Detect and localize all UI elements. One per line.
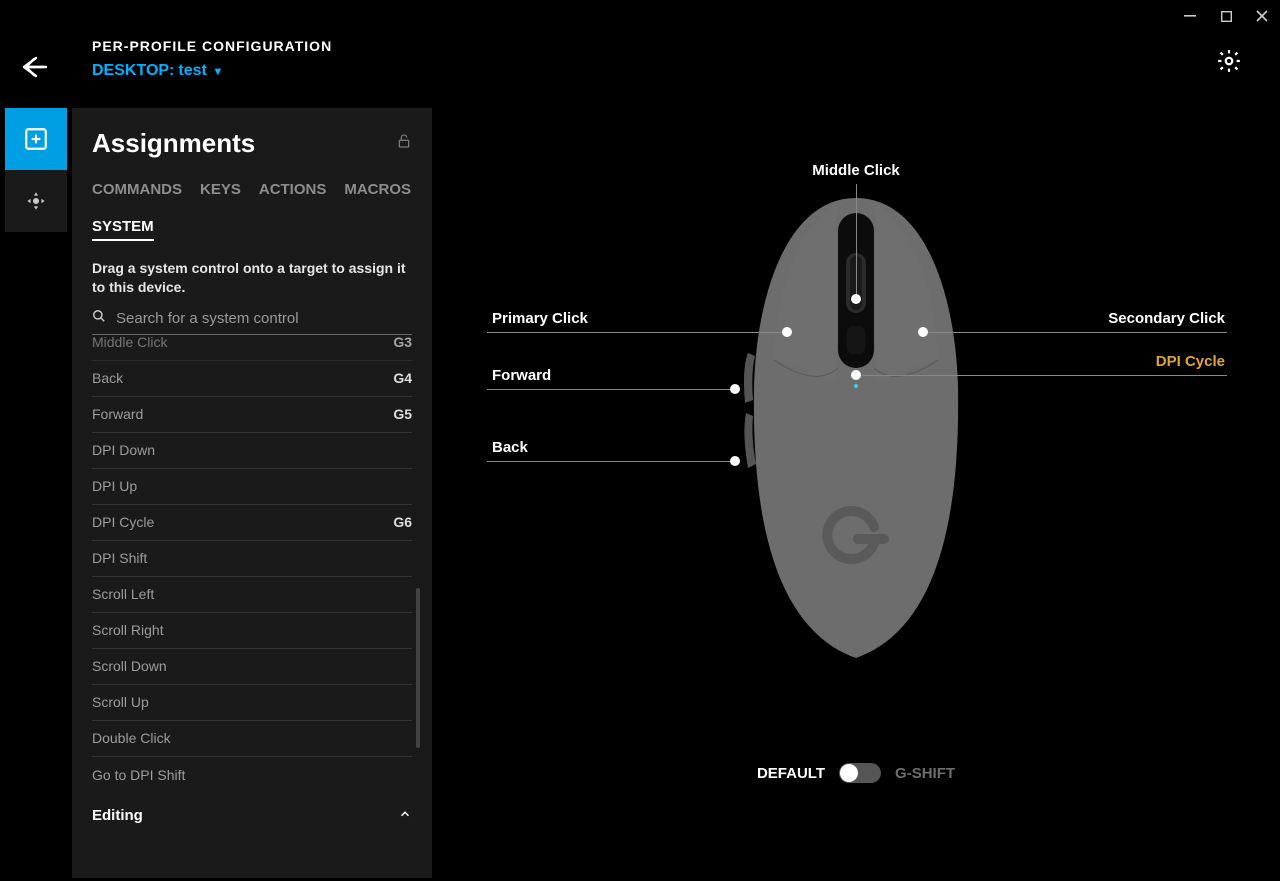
- profile-name: test: [178, 62, 206, 80]
- callout-primary-click: Primary Click: [492, 310, 588, 327]
- callout-dot[interactable]: [851, 370, 861, 380]
- callout-forward: Forward: [492, 367, 551, 384]
- callout-dot[interactable]: [730, 384, 740, 394]
- callout-dot[interactable]: [918, 327, 928, 337]
- list-item[interactable]: Middle Click G3: [92, 335, 412, 361]
- chevron-down-icon: ▾: [215, 64, 221, 78]
- search-input[interactable]: [116, 310, 412, 327]
- list-item[interactable]: DPI Up: [92, 469, 412, 505]
- section-editing[interactable]: Editing: [92, 797, 412, 835]
- list-scrollbar[interactable]: [416, 588, 420, 748]
- device-diagram: Middle Click Primary Click Secondary Cli…: [432, 108, 1280, 881]
- gshift-toggle: DEFAULT G-SHIFT: [757, 763, 955, 783]
- list-item[interactable]: Scroll Left: [92, 577, 412, 613]
- toggle-label-default: DEFAULT: [757, 765, 825, 782]
- panel-hint: Drag a system control onto a target to a…: [92, 259, 412, 297]
- window-maximize-button[interactable]: [1208, 0, 1244, 32]
- assignments-panel: Assignments COMMANDS KEYS ACTIONS MACROS…: [72, 108, 432, 878]
- list-item[interactable]: Forward G5: [92, 397, 412, 433]
- callout-line: [487, 389, 737, 390]
- callout-dot[interactable]: [851, 294, 861, 304]
- callout-dpi-cycle: DPI Cycle: [1156, 353, 1225, 370]
- list-item[interactable]: DPI Down: [92, 433, 412, 469]
- rail-sensitivity-button[interactable]: [5, 170, 67, 232]
- gshift-switch[interactable]: [839, 763, 881, 783]
- tab-actions[interactable]: ACTIONS: [259, 181, 327, 202]
- callout-back: Back: [492, 439, 528, 456]
- search-icon: [92, 309, 106, 328]
- callout-line: [927, 332, 1227, 333]
- list-item[interactable]: Back G4: [92, 361, 412, 397]
- list-item[interactable]: Scroll Up: [92, 685, 412, 721]
- panel-title: Assignments: [92, 128, 255, 159]
- tab-bar: COMMANDS KEYS ACTIONS MACROS SYSTEM: [92, 181, 412, 241]
- list-item[interactable]: Double Click: [92, 721, 412, 757]
- window-close-button[interactable]: [1244, 0, 1280, 32]
- search-bar: [92, 309, 412, 335]
- window-minimize-button[interactable]: [1172, 0, 1208, 32]
- system-controls-list[interactable]: Middle Click G3 Back G4 Forward G5 DPI D…: [92, 335, 412, 866]
- callout-line: [487, 332, 787, 333]
- tab-keys[interactable]: KEYS: [200, 181, 241, 202]
- callout-dot[interactable]: [730, 456, 740, 466]
- rail-assignments-button[interactable]: [5, 108, 67, 170]
- list-item[interactable]: Scroll Down: [92, 649, 412, 685]
- toggle-label-gshift: G-SHIFT: [895, 765, 955, 782]
- callout-line: [862, 375, 1227, 376]
- list-item[interactable]: DPI Shift: [92, 541, 412, 577]
- callout-secondary-click: Secondary Click: [1108, 310, 1225, 327]
- back-button[interactable]: [20, 52, 50, 87]
- profile-prefix: DESKTOP:: [92, 62, 174, 80]
- chevron-up-icon: [398, 807, 412, 825]
- lock-icon[interactable]: [396, 133, 412, 154]
- callout-middle-click: Middle Click: [812, 162, 900, 179]
- callout-dot[interactable]: [782, 327, 792, 337]
- callout-line: [487, 461, 737, 462]
- callout-line: [856, 184, 857, 294]
- list-item[interactable]: DPI Cycle G6: [92, 505, 412, 541]
- tab-commands[interactable]: COMMANDS: [92, 181, 182, 202]
- list-item[interactable]: Go to DPI Shift: [92, 757, 412, 793]
- tab-macros[interactable]: MACROS: [344, 181, 411, 202]
- settings-button[interactable]: [1216, 48, 1242, 79]
- profile-selector[interactable]: DESKTOP: test ▾: [92, 62, 332, 80]
- list-item[interactable]: Scroll Right: [92, 613, 412, 649]
- page-title: PER-PROFILE CONFIGURATION: [92, 38, 332, 54]
- tab-system[interactable]: SYSTEM: [92, 218, 154, 241]
